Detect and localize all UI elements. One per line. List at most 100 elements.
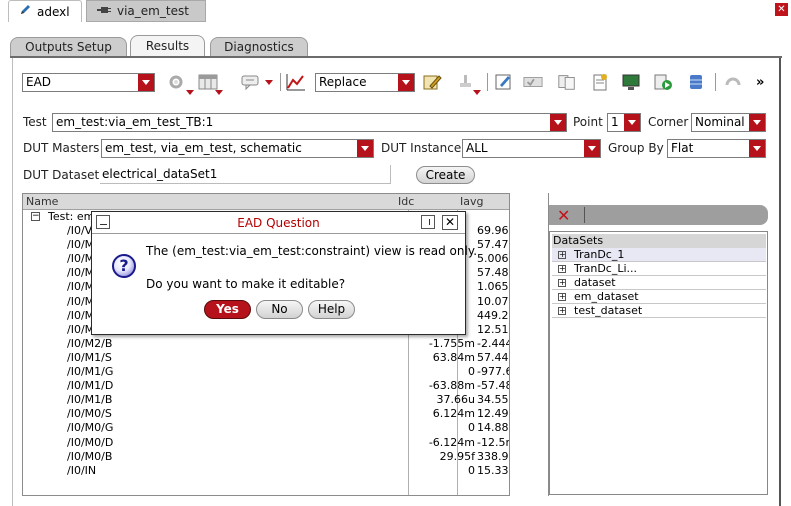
row-idc-cell: -6.124m <box>428 435 475 449</box>
point-select[interactable]: 1 <box>607 113 641 132</box>
table-row[interactable]: /I0/M1/B 37.66u34.55u <box>23 393 509 407</box>
expand-toggle[interactable]: + <box>558 251 566 259</box>
toolbar-separator <box>487 73 488 91</box>
chevron-down-icon <box>584 140 600 157</box>
row-iavg-cell: 12.51m <box>477 322 509 336</box>
table-row[interactable]: /I0/M0/D -6.124m-12.5m <box>23 436 509 450</box>
view-select-value: EAD <box>26 75 52 89</box>
row-idc-cell: 37.66u <box>436 393 475 407</box>
table-row[interactable]: /I0/M0/G 014.88u <box>23 421 509 435</box>
tab-results[interactable]: Results <box>130 35 205 56</box>
no-button[interactable]: No <box>256 300 303 319</box>
dataset-label: TranDc_Li... <box>574 262 638 275</box>
probe-icon[interactable] <box>456 72 476 92</box>
dataset-item[interactable]: + TranDc_1 <box>552 248 766 262</box>
ead-question-dialog: EAD Question ✕ ? The (em_test:via_em_tes… <box>91 211 477 335</box>
expand-toggle[interactable]: + <box>558 293 566 301</box>
run-icon[interactable] <box>653 72 673 92</box>
plot-mode-select[interactable]: Replace <box>315 73 415 92</box>
toolbar-separator <box>280 73 281 91</box>
dataset-label: TranDc_1 <box>574 248 625 261</box>
edit-icon[interactable] <box>494 72 514 92</box>
dut-dataset-input[interactable]: electrical_dataSet1 <box>100 165 391 184</box>
toolbar-overflow-icon[interactable]: » <box>756 75 764 90</box>
column-header-iavg[interactable]: Iavg <box>457 194 509 210</box>
dataset-label: test_dataset <box>574 304 643 317</box>
tab-outputs-setup[interactable]: Outputs Setup <box>10 37 127 56</box>
table-row[interactable]: /I0/M1/S 63.84m57.44m <box>23 351 509 365</box>
group-by-select[interactable]: Flat <box>667 139 766 158</box>
comment-icon[interactable] <box>240 72 260 92</box>
group-by-label: Group By <box>608 141 664 155</box>
window-tab-label: adexl <box>37 4 70 19</box>
window-tab-via-em-test[interactable]: via_em_test <box>86 0 206 22</box>
tab-label: Diagnostics <box>224 40 294 54</box>
row-iavg-cell: 449.2n <box>477 308 509 322</box>
dataset-item[interactable]: + em_dataset <box>552 290 766 304</box>
collapse-toggle[interactable]: − <box>31 212 40 221</box>
table-view-icon[interactable] <box>198 72 218 92</box>
pencil-icon <box>19 4 31 19</box>
dialog-close-icon[interactable]: ✕ <box>442 215 458 230</box>
dut-masters-select[interactable]: em_test, via_em_test, schematic <box>101 139 374 158</box>
column-header-name[interactable]: Name <box>23 194 395 210</box>
dropdown-arrow-icon[interactable] <box>473 90 481 95</box>
dataset-label: em_dataset <box>574 290 639 303</box>
table-row[interactable]: /I0/M1/D -63.88m-57.48m <box>23 379 509 393</box>
expand-toggle[interactable]: + <box>558 265 566 273</box>
table-row[interactable]: /I0/M1/G 0-977.6n <box>23 365 509 379</box>
monitor-icon[interactable] <box>621 72 641 92</box>
dropdown-arrow-icon[interactable] <box>215 90 223 95</box>
corner-select-value: Nominal <box>695 115 745 129</box>
chevron-down-icon <box>749 140 765 157</box>
yes-button[interactable]: Yes <box>204 300 251 319</box>
test-label: Test <box>23 115 47 129</box>
settings-gear-icon[interactable] <box>166 72 186 92</box>
tab-diagnostics[interactable]: Diagnostics <box>210 37 308 56</box>
dataset-item[interactable]: + TranDc_Li... <box>552 262 766 276</box>
report-icon[interactable] <box>590 72 610 92</box>
minimize-icon[interactable] <box>421 215 435 229</box>
compare-docs-icon[interactable] <box>557 72 577 92</box>
tab-divider <box>10 56 782 58</box>
chevron-down-icon <box>624 114 640 131</box>
corner-select[interactable]: Nominal <box>691 113 766 132</box>
point-label: Point <box>573 115 603 129</box>
dataset-item[interactable]: + dataset <box>552 276 766 290</box>
row-iavg-cell: -2.444m <box>477 336 509 350</box>
column-header-idc[interactable]: Idc <box>395 194 457 210</box>
table-row[interactable]: /I0/M2/B -1.755m-2.444m <box>23 337 509 351</box>
row-iavg-cell: -12.5m <box>477 435 509 449</box>
group-label: Test: em <box>48 210 95 223</box>
plot-icon[interactable] <box>286 72 306 92</box>
dataset-item[interactable]: + test_dataset <box>552 304 766 318</box>
dialog-titlebar[interactable]: EAD Question ✕ <box>92 212 465 234</box>
close-window-icon[interactable]: ✕ <box>775 3 788 16</box>
table-row[interactable]: /I0/M0/S 6.124m12.49m <box>23 407 509 421</box>
delete-icon[interactable]: ✕ <box>557 206 570 225</box>
dut-instance-select[interactable]: ALL <box>462 139 601 158</box>
disable-check-icon[interactable] <box>523 72 543 92</box>
edit-form-icon[interactable] <box>422 72 442 92</box>
question-icon: ? <box>112 254 136 278</box>
row-name-cell: /I0/V <box>67 224 93 237</box>
refresh-icon[interactable] <box>723 72 743 92</box>
window-tab-adexl[interactable]: adexl <box>8 0 82 22</box>
help-button[interactable]: Help <box>308 300 355 319</box>
row-iavg-cell: 5.006u <box>477 252 509 266</box>
plot-mode-value: Replace <box>319 75 367 89</box>
point-select-value: 1 <box>611 115 619 129</box>
table-row[interactable]: /I0/IN 015.33u <box>23 464 509 478</box>
create-button[interactable]: Create <box>416 166 475 184</box>
database-icon[interactable] <box>686 72 706 92</box>
test-select[interactable]: em_test:via_em_test_TB:1 <box>52 113 567 132</box>
chevron-down-icon <box>550 114 566 131</box>
dropdown-arrow-icon[interactable] <box>265 80 273 85</box>
window-tab-label: via_em_test <box>117 4 189 18</box>
row-idc-cell: 0 <box>468 463 475 477</box>
view-select[interactable]: EAD <box>22 73 155 92</box>
expand-toggle[interactable]: + <box>558 279 566 287</box>
dropdown-arrow-icon[interactable] <box>186 90 194 95</box>
expand-toggle[interactable]: + <box>558 307 566 315</box>
table-row[interactable]: /I0/M0/B 29.95f338.9n <box>23 450 509 464</box>
